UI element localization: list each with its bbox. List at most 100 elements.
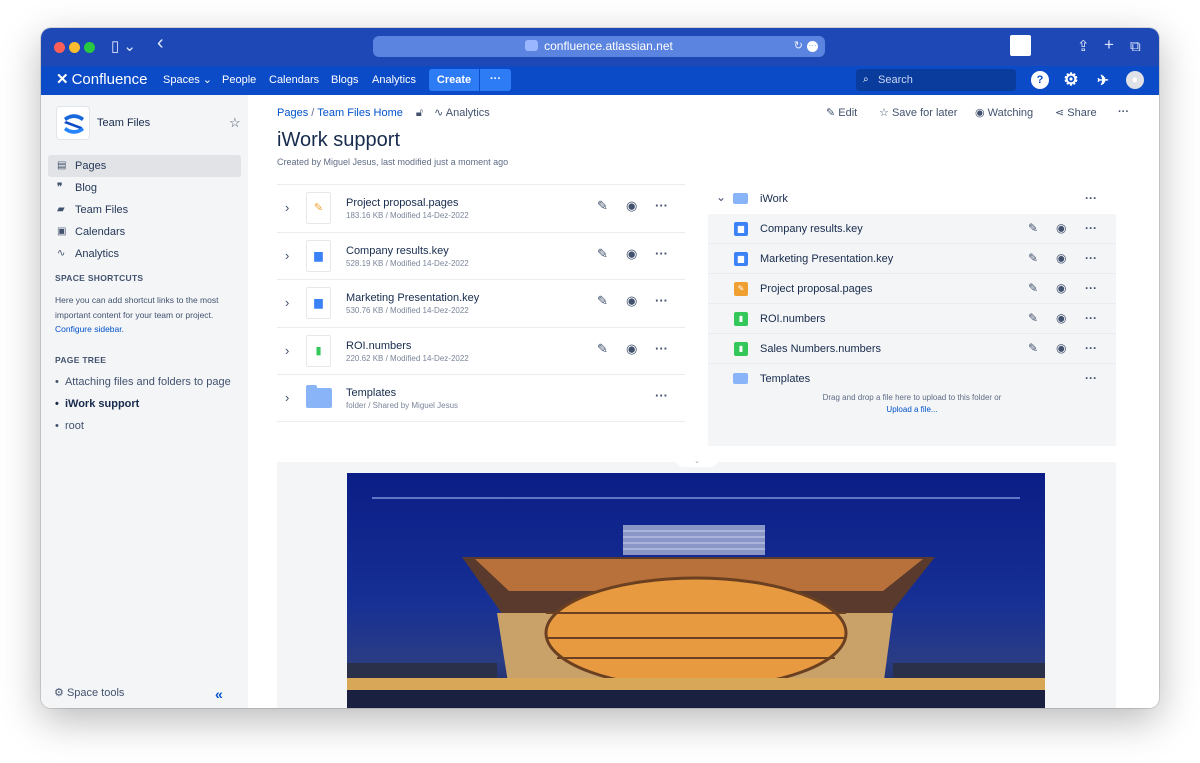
file-row[interactable]: › ▆ Company results.key 528.19 KB / Modi…	[277, 231, 685, 280]
folder-item-name[interactable]: Templates	[760, 373, 810, 385]
file-more-icon[interactable]: ···	[1085, 251, 1097, 265]
upload-dropzone[interactable]: Drag and drop a file here to upload to t…	[708, 392, 1116, 416]
unlock-icon[interactable]: 🔓︎	[416, 107, 423, 119]
file-more-icon[interactable]: ···	[1085, 281, 1097, 295]
nav-calendars[interactable]: Calendars	[269, 73, 319, 88]
file-name[interactable]: ROI.numbers	[346, 340, 411, 352]
file-row[interactable]: › ✎ Project proposal.pages 183.16 KB / M…	[277, 184, 685, 232]
file-more-icon[interactable]: ···	[655, 341, 668, 356]
folder-item-name[interactable]: Company results.key	[760, 223, 863, 235]
breadcrumb-team-files-home[interactable]: Team Files Home	[317, 107, 403, 119]
view-file-icon[interactable]: ◉	[626, 341, 637, 357]
file-row[interactable]: › ▆ Marketing Presentation.key 530.76 KB…	[277, 279, 685, 327]
edit-button[interactable]: ✎ Edit	[826, 106, 857, 119]
tabs-overview-icon[interactable]: ⧉	[1130, 38, 1141, 56]
edit-file-icon[interactable]: ✎	[597, 293, 608, 309]
create-button[interactable]: Create	[429, 69, 479, 91]
view-file-icon[interactable]: ◉	[1056, 281, 1066, 295]
file-name[interactable]: Project proposal.pages	[346, 197, 459, 209]
edit-file-icon[interactable]: ✎	[1028, 311, 1038, 325]
search-input[interactable]: ⌕ Search	[856, 69, 1016, 91]
folder-item[interactable]: ▆ Marketing Presentation.key ✎ ◉ ···	[708, 244, 1116, 274]
tree-item-iwork-support[interactable]: • iWork support	[55, 398, 139, 410]
file-more-icon[interactable]: ···	[655, 293, 668, 308]
opera-house-photo[interactable]	[347, 473, 1045, 708]
star-icon[interactable]: ☆	[229, 115, 241, 131]
folder-more-icon[interactable]: ···	[655, 388, 668, 403]
folder-item[interactable]: Templates ···	[708, 364, 1116, 394]
collapse-sidebar-icon[interactable]: «	[215, 686, 223, 702]
share-icon[interactable]: ⇪	[1077, 38, 1090, 56]
sidebar-item-team-files[interactable]: ▰ Team Files	[48, 199, 241, 221]
space-tools-button[interactable]: ⚙ Space tools	[54, 686, 124, 699]
file-more-icon[interactable]: ···	[1085, 311, 1097, 325]
expand-icon[interactable]: ›	[285, 390, 289, 405]
create-more-button[interactable]: ···	[480, 69, 511, 91]
view-file-icon[interactable]: ◉	[1056, 251, 1066, 265]
folder-item[interactable]: ▮ Sales Numbers.numbers ✎ ◉ ···	[708, 334, 1116, 364]
file-more-icon[interactable]: ···	[655, 198, 668, 213]
tree-item-root[interactable]: • root	[55, 420, 84, 432]
view-file-icon[interactable]: ◉	[1056, 341, 1066, 355]
configure-sidebar-link[interactable]: Configure sidebar.	[55, 324, 124, 334]
collapse-folder-icon[interactable]: ⌄	[716, 190, 726, 204]
watching-button[interactable]: ◉ Watching	[975, 106, 1033, 119]
view-file-icon[interactable]: ◉	[626, 293, 637, 309]
notifications-icon[interactable]: ✈	[1094, 71, 1112, 89]
folder-name[interactable]: Templates	[346, 387, 396, 399]
space-logo[interactable]	[56, 106, 90, 140]
view-file-icon[interactable]: ◉	[626, 198, 637, 214]
minimize-window-button[interactable]	[69, 42, 80, 53]
edit-file-icon[interactable]: ✎	[1028, 221, 1038, 235]
folder-more-icon[interactable]: ···	[1085, 371, 1097, 385]
nav-analytics[interactable]: Analytics	[372, 73, 416, 88]
sidebar-item-analytics[interactable]: ∿ Analytics	[48, 243, 241, 265]
confluence-logo[interactable]: ✕ Confluence	[56, 70, 147, 90]
expand-icon[interactable]: ›	[285, 343, 289, 358]
new-tab-icon[interactable]: +	[1104, 36, 1114, 54]
save-for-later-button[interactable]: ☆ Save for later	[879, 106, 957, 119]
settings-icon[interactable]: ⚙	[1062, 71, 1080, 89]
expand-icon[interactable]: ›	[285, 295, 289, 310]
expand-icon[interactable]: ›	[285, 248, 289, 263]
address-bar[interactable]: confluence.atlassian.net ↻ ···	[373, 36, 825, 57]
edit-file-icon[interactable]: ✎	[1028, 281, 1038, 295]
folder-item-name[interactable]: ROI.numbers	[760, 313, 825, 325]
file-more-icon[interactable]: ···	[1085, 341, 1097, 355]
folder-item[interactable]: ▆ Company results.key ✎ ◉ ···	[708, 214, 1116, 244]
space-name[interactable]: Team Files	[97, 117, 150, 129]
view-file-icon[interactable]: ◉	[626, 246, 637, 262]
file-row[interactable]: › Templates folder / Shared by Miguel Je…	[277, 374, 685, 422]
back-icon[interactable]: ‹	[157, 33, 164, 53]
edit-file-icon[interactable]: ✎	[1028, 251, 1038, 265]
more-actions-button[interactable]: ···	[1118, 106, 1129, 118]
edit-file-icon[interactable]: ✎	[1028, 341, 1038, 355]
upload-file-link[interactable]: Upload a file...	[886, 405, 937, 414]
maximize-window-button[interactable]	[84, 42, 95, 53]
folder-item[interactable]: ▮ ROI.numbers ✎ ◉ ···	[708, 304, 1116, 334]
help-icon[interactable]: ?	[1031, 71, 1049, 89]
file-name[interactable]: Marketing Presentation.key	[346, 292, 479, 304]
folder-panel-header[interactable]: ⌄ iWork ···	[708, 184, 1116, 214]
folder-item[interactable]: ✎ Project proposal.pages ✎ ◉ ···	[708, 274, 1116, 304]
expand-icon[interactable]: ›	[285, 200, 289, 215]
share-button[interactable]: ⋖ Share	[1055, 106, 1097, 119]
view-file-icon[interactable]: ◉	[1056, 311, 1066, 325]
nav-people[interactable]: People	[222, 73, 256, 88]
file-row[interactable]: › ▮ ROI.numbers 220.62 KB / Modified 14-…	[277, 326, 685, 375]
edit-file-icon[interactable]: ✎	[597, 246, 608, 262]
file-more-icon[interactable]: ···	[655, 246, 668, 261]
edit-file-icon[interactable]: ✎	[597, 198, 608, 214]
breadcrumb-analytics[interactable]: Analytics	[446, 107, 490, 119]
sidebar-toggle-icon[interactable]: ▯ ⌄	[111, 38, 136, 56]
folder-item-name[interactable]: Project proposal.pages	[760, 283, 873, 295]
sidebar-item-calendars[interactable]: ▣ Calendars	[48, 221, 241, 243]
folder-item-name[interactable]: Marketing Presentation.key	[760, 253, 893, 265]
page-menu-icon[interactable]: ···	[807, 41, 818, 52]
chevron-down-icon[interactable]: ⌄	[675, 458, 719, 467]
profile-icon[interactable]: ●	[1126, 71, 1144, 89]
breadcrumb-pages[interactable]: Pages	[277, 107, 308, 119]
folder-more-icon[interactable]: ···	[1085, 191, 1097, 205]
nav-spaces[interactable]: Spaces ⌄	[163, 73, 212, 88]
reload-icon[interactable]: ↻	[794, 36, 803, 57]
